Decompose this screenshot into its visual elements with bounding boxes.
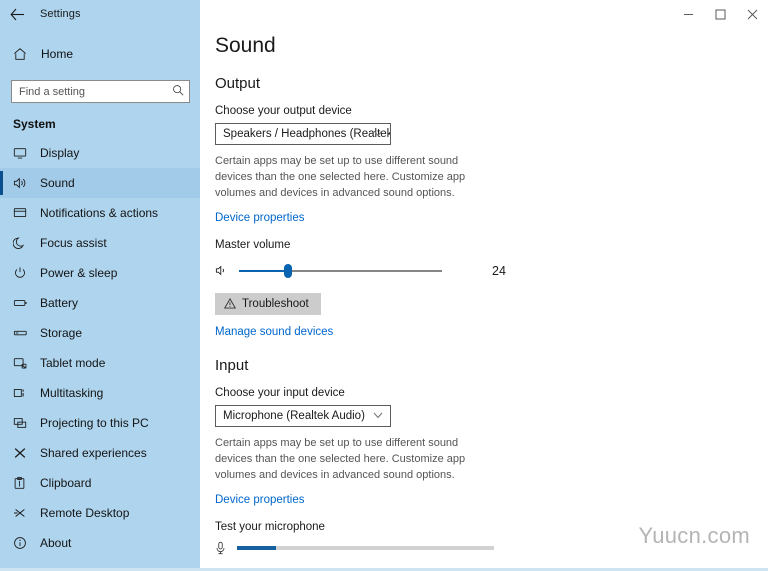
sidebar-item-projecting[interactable]: Projecting to this PC (0, 408, 200, 438)
main-content: Sound Output Choose your output device S… (200, 28, 768, 568)
projecting-icon (13, 416, 35, 430)
master-volume-value: 24 (492, 263, 506, 278)
input-device-value: Microphone (Realtek Audio) (223, 409, 365, 422)
input-device-label: Choose your input device (215, 386, 345, 399)
title-bar-left: Settings (0, 0, 200, 28)
search-box[interactable] (11, 80, 190, 103)
sidebar-item-label: Sound (40, 176, 75, 190)
troubleshoot-label: Troubleshoot (242, 297, 309, 310)
output-helper-text: Certain apps may be set up to use differ… (215, 155, 466, 199)
tablet-icon (13, 356, 35, 370)
sidebar-item-label: Notifications & actions (40, 206, 159, 220)
sidebar-item-storage[interactable]: Storage (0, 318, 200, 348)
output-device-label: Choose your output device (215, 105, 352, 117)
sidebar-item-home[interactable]: Home (0, 38, 200, 70)
battery-icon (13, 296, 35, 310)
settings-content: Sound Output Choose your output device S… (215, 28, 600, 568)
test-microphone-label: Test your microphone (215, 520, 325, 533)
title-bar: Settings (0, 0, 768, 28)
microphone-icon (215, 541, 232, 555)
input-device-properties-link[interactable]: Device properties (215, 494, 304, 506)
speaker-icon (13, 176, 35, 190)
window-controls (672, 0, 768, 28)
master-volume-row: 24 (215, 260, 600, 282)
close-button[interactable] (736, 0, 768, 28)
slider-thumb[interactable] (283, 263, 292, 278)
settings-window: Settings Home Find a setting System Disp… (0, 0, 768, 571)
remote-desktop-icon (13, 506, 35, 520)
output-device-value: Speakers / Headphones (Realtek... (223, 128, 391, 140)
home-icon (13, 47, 35, 61)
watermark: Yuucn.com (638, 523, 750, 548)
input-helper-text: Certain apps may be set up to use differ… (215, 436, 466, 481)
sidebar-group-title: System (13, 117, 56, 131)
sidebar-item-label: Shared experiences (40, 446, 147, 460)
info-icon (13, 536, 35, 550)
sidebar-item-sound[interactable]: Sound (0, 168, 200, 198)
sidebar-item-power-sleep[interactable]: Power & sleep (0, 258, 200, 288)
sidebar-item-display[interactable]: Display (0, 138, 200, 168)
sidebar-item-notifications[interactable]: Notifications & actions (0, 198, 200, 228)
slider-fill (239, 269, 288, 272)
chevron-down-icon (373, 410, 383, 422)
master-volume-label: Master volume (215, 238, 291, 251)
warning-triangle-icon (224, 298, 236, 309)
output-device-properties-link[interactable]: Device properties (215, 212, 304, 224)
sidebar-item-label: Power & sleep (40, 266, 118, 280)
sidebar-item-label: Remote Desktop (40, 506, 130, 520)
back-button[interactable] (0, 0, 34, 28)
sidebar-item-label: Projecting to this PC (40, 416, 149, 430)
speaker-icon[interactable] (215, 264, 233, 277)
sidebar-item-label: Battery (40, 296, 79, 310)
output-section-title: Output (215, 75, 261, 92)
monitor-icon (13, 146, 35, 160)
microphone-level-fill (237, 545, 276, 550)
search-container (0, 70, 200, 103)
sidebar-item-battery[interactable]: Battery (0, 288, 200, 318)
input-troubleshoot-button[interactable]: Troubleshoot (215, 567, 321, 568)
microphone-level-row (215, 539, 600, 557)
storage-icon (13, 326, 35, 340)
maximize-button[interactable] (704, 0, 736, 28)
shared-icon (13, 446, 35, 460)
search-icon[interactable] (172, 83, 184, 101)
sidebar-item-shared-experiences[interactable]: Shared experiences (0, 438, 200, 468)
sidebar-item-remote-desktop[interactable]: Remote Desktop (0, 498, 200, 528)
sidebar-nav-list: Display Sound Notifications & actions Fo… (0, 138, 200, 558)
home-label: Home (41, 47, 74, 61)
output-device-dropdown[interactable]: Speakers / Headphones (Realtek... (215, 123, 391, 145)
notification-icon (13, 206, 35, 220)
sidebar-item-label: Multitasking (40, 386, 104, 400)
sidebar-item-about[interactable]: About (0, 528, 200, 558)
sidebar: Home System (0, 28, 200, 568)
sidebar-item-label: Clipboard (40, 476, 92, 490)
sidebar-item-label: Tablet mode (40, 356, 106, 370)
input-section-title: Input (215, 356, 249, 374)
search-input[interactable] (12, 81, 189, 102)
moon-icon (13, 236, 35, 250)
output-manage-sound-devices-link[interactable]: Manage sound devices (215, 326, 333, 338)
sidebar-item-tablet-mode[interactable]: Tablet mode (0, 348, 200, 378)
master-volume-slider[interactable] (239, 263, 442, 278)
sidebar-item-focus-assist[interactable]: Focus assist (0, 228, 200, 258)
minimize-button[interactable] (672, 0, 704, 28)
sidebar-item-label: Focus assist (40, 236, 107, 250)
clipboard-icon (13, 476, 35, 490)
input-device-dropdown[interactable]: Microphone (Realtek Audio) (215, 404, 391, 427)
window-title: Settings (40, 8, 81, 20)
multitasking-icon (13, 386, 35, 400)
sidebar-item-label: About (40, 536, 72, 550)
sidebar-item-clipboard[interactable]: Clipboard (0, 468, 200, 498)
output-troubleshoot-button[interactable]: Troubleshoot (215, 292, 321, 315)
chevron-down-icon (373, 128, 383, 140)
power-icon (13, 266, 35, 280)
sidebar-item-multitasking[interactable]: Multitasking (0, 378, 200, 408)
sidebar-item-label: Storage (40, 326, 83, 340)
sidebar-item-label: Display (40, 146, 80, 160)
microphone-level-meter (237, 545, 494, 550)
page-title: Sound (215, 34, 276, 57)
